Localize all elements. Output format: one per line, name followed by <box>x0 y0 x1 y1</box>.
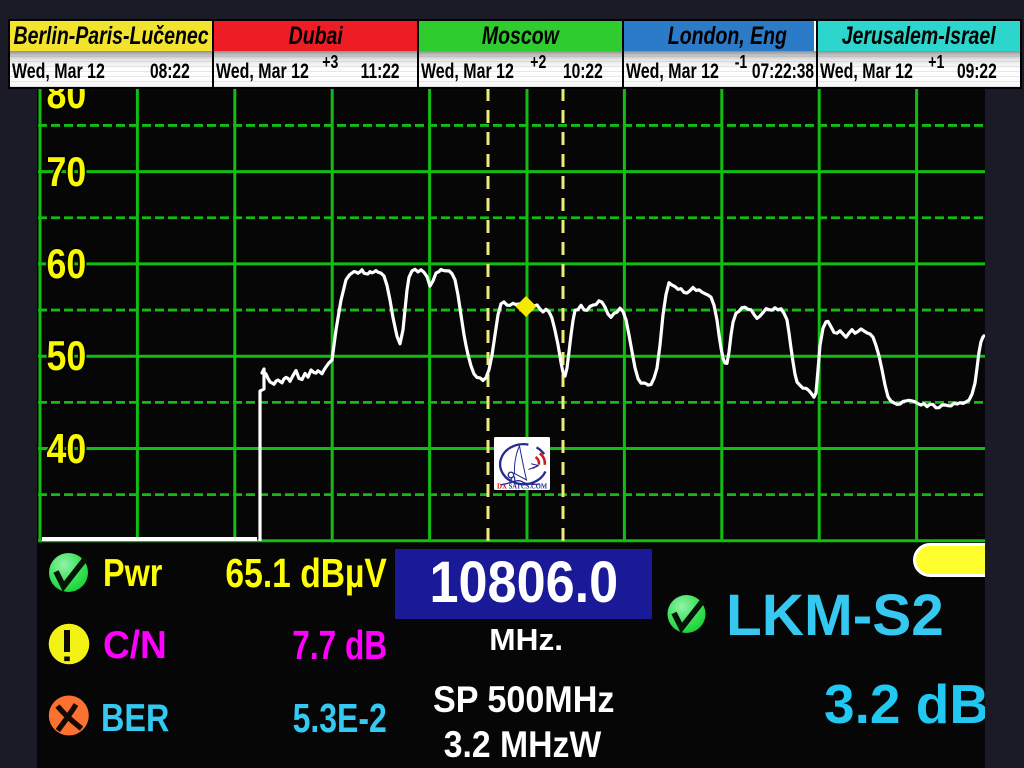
svg-text:DX: DX <box>497 482 508 491</box>
svg-text:SATCS.COM: SATCS.COM <box>509 482 548 491</box>
